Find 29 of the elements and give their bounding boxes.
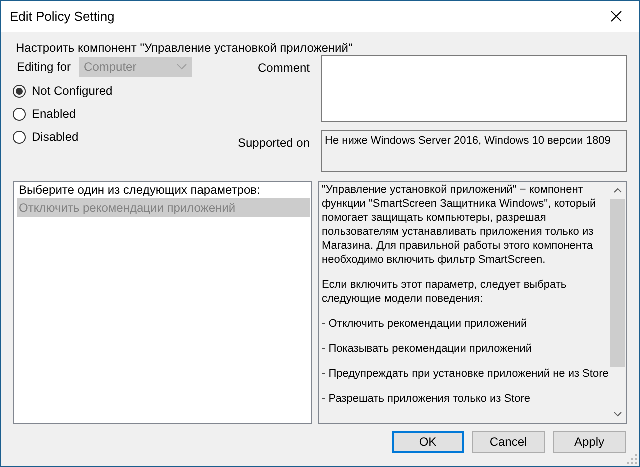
radio-button[interactable] [13, 108, 26, 120]
scrollbar-thumb[interactable] [610, 199, 625, 367]
scroll-down-icon[interactable] [614, 412, 622, 417]
field-label: Editing for [17, 59, 72, 76]
radio-option[interactable]: Not Configured [13, 83, 233, 99]
resize-grip-icon[interactable] [627, 454, 637, 464]
help-paragraph: Если включить этот параметр, следует выбрать следующие модели поведения: [322, 278, 568, 306]
help-paragraph: - Разрешать приложения только из Store [322, 392, 532, 406]
help-paragraph: - Предупреждать при установке приложений не из Store [322, 367, 609, 381]
help-paragraph: "Управление установкой приложений" − компонент функции "SmartScreen Защитника Windows", который помогает защищать компьютеры, разрешая пользователям устанавливать приложения только из Магазина. Для правильной работы этого компонента необходимо включить фильтр SmartScreen. [322, 183, 598, 267]
help-paragraph: - Показывать рекомендации приложений [322, 342, 533, 356]
radio-button[interactable] [13, 130, 26, 144]
scroll-up-icon[interactable] [614, 188, 622, 193]
radio-button[interactable] [13, 84, 26, 98]
caret-icon [177, 64, 188, 70]
window-title: Edit Policy Setting [10, 8, 115, 26]
dialog-button[interactable]: Apply [553, 431, 626, 453]
radio-option[interactable]: Disabled [13, 129, 233, 145]
field-label: Comment [258, 60, 310, 77]
dialog-button[interactable]: Cancel [472, 431, 545, 453]
close-icon [610, 11, 622, 22]
options-header: Выберите один из следующих параметров: [19, 183, 262, 198]
comment-field[interactable] [321, 55, 627, 122]
ok-button[interactable]: OK [392, 431, 464, 453]
radio-option[interactable]: Enabled [13, 106, 233, 122]
supported-on-field: Не ниже Windows Server 2016, Windows 10 версии 1809 [321, 130, 627, 172]
field-label: Supported on [238, 135, 310, 152]
heading-text: Настроить компонент "Управление установкой приложений" [16, 40, 354, 56]
help-paragraph: - Отключить рекомендации приложений [322, 317, 528, 331]
